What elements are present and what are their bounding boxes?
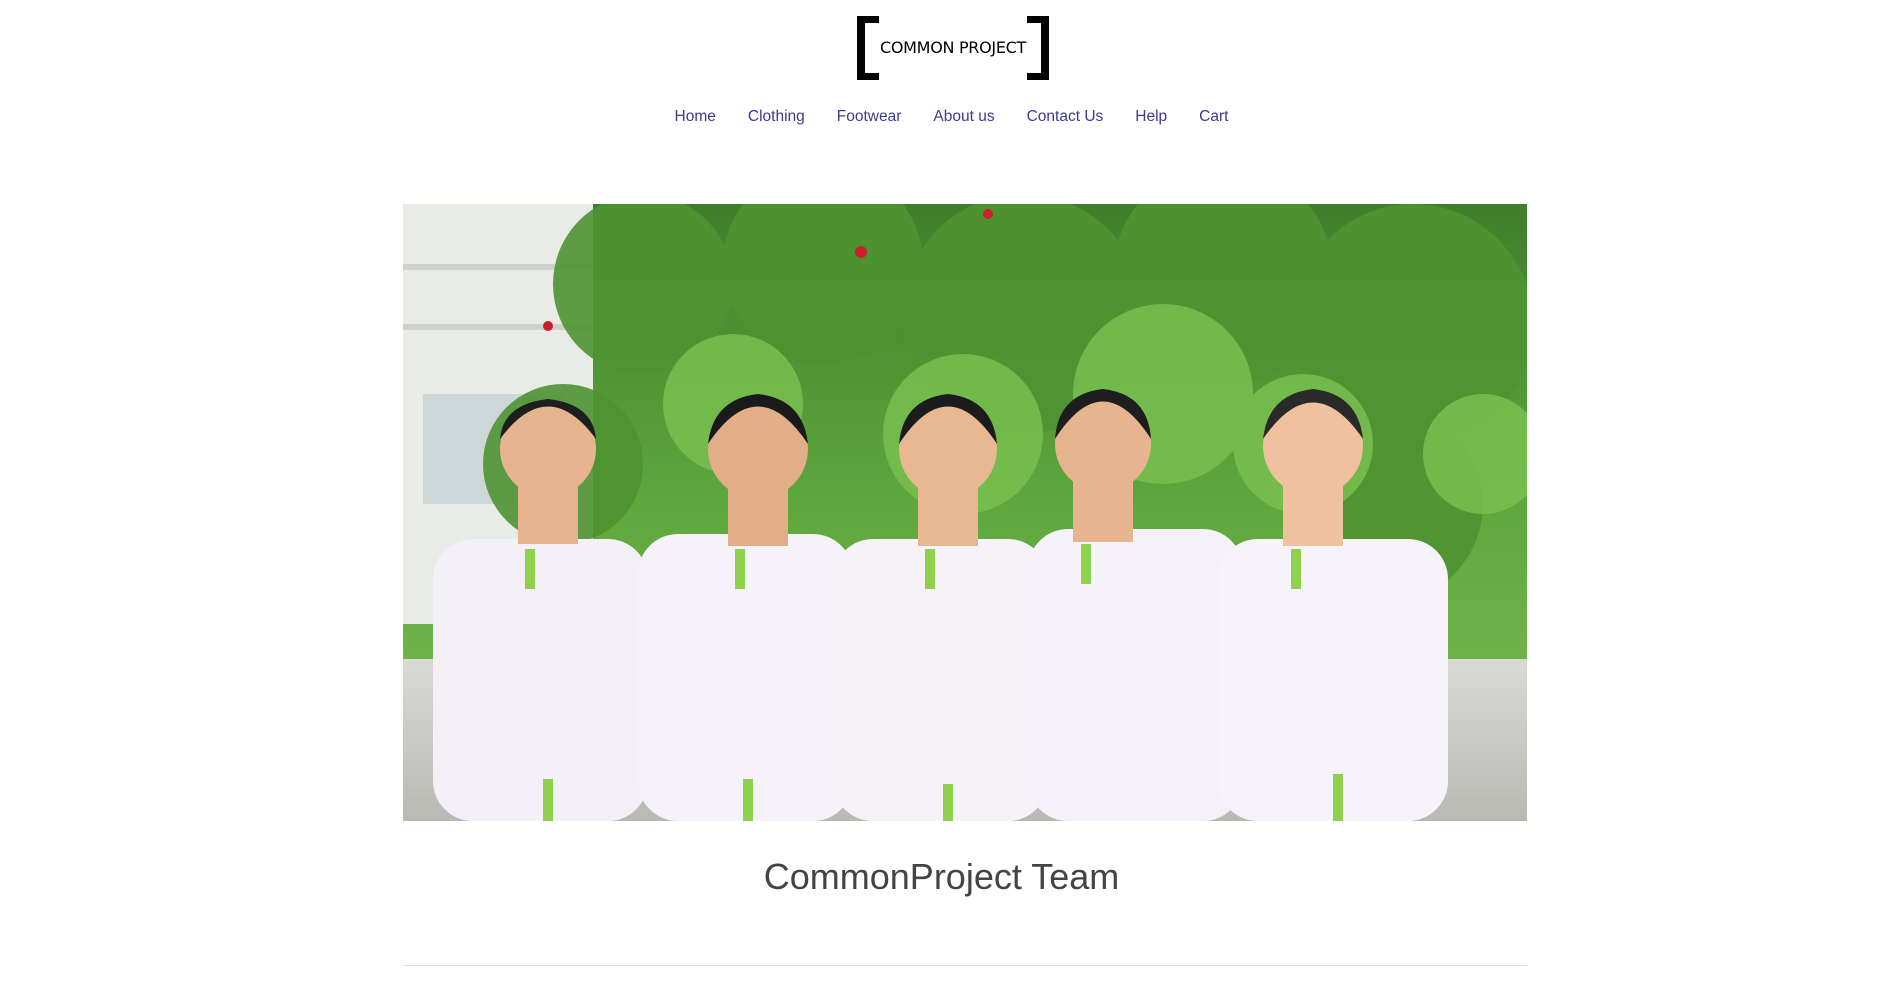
nav-cart[interactable]: Cart bbox=[1183, 108, 1244, 126]
team-photo-image bbox=[403, 204, 1527, 821]
logo-text: COMMON PROJECT bbox=[880, 38, 1026, 57]
nav-clothing[interactable]: Clothing bbox=[732, 108, 821, 126]
main-nav: Home Clothing Footwear About us Contact … bbox=[0, 108, 1903, 126]
page: COMMON PROJECT Home Clothing Footwear Ab… bbox=[0, 0, 1903, 1007]
nav-about-us[interactable]: About us bbox=[917, 108, 1010, 126]
nav-help[interactable]: Help bbox=[1119, 108, 1183, 126]
nav-contact-us[interactable]: Contact Us bbox=[1011, 108, 1120, 126]
nav-footwear[interactable]: Footwear bbox=[821, 108, 918, 126]
site-logo[interactable]: COMMON PROJECT bbox=[855, 14, 1051, 82]
page-title: CommonProject Team bbox=[763, 856, 1120, 897]
nav-home[interactable]: Home bbox=[659, 108, 732, 126]
section-divider bbox=[403, 965, 1527, 966]
team-photo bbox=[403, 204, 1527, 821]
